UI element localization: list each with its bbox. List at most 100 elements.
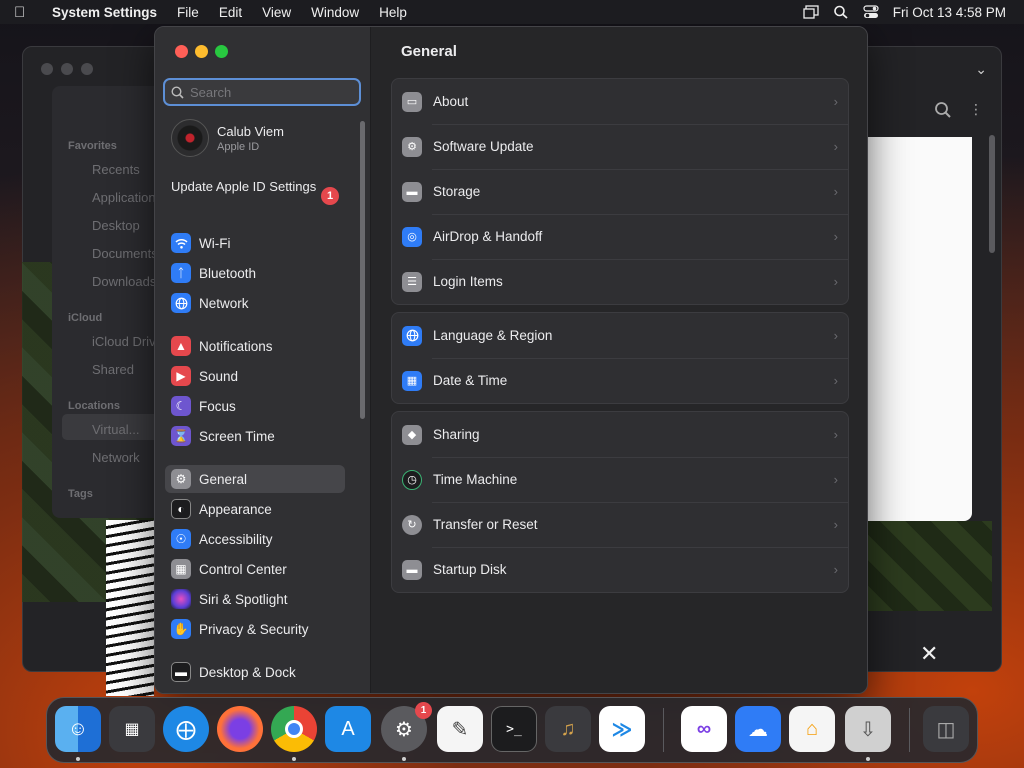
control-center-menu-icon[interactable] <box>863 5 879 19</box>
menu-view[interactable]: View <box>262 5 291 20</box>
sidebar-item-wifi[interactable]: Wi-Fi <box>165 229 345 257</box>
chevron-down-icon[interactable]: ⌄ <box>975 61 987 78</box>
sidebar-item-focus[interactable]: ☾ Focus <box>165 392 345 420</box>
running-indicator <box>292 757 296 761</box>
bluetooth-icon: ᛏ <box>171 263 191 283</box>
dock: ☺ ▦ ⨁ A ⚙ 1 ✎ >_ ♫ ≫ ∞ ☁ ⌂ ⇩ ◫ <box>46 697 978 763</box>
downloads-icon[interactable]: ⇩ <box>845 706 891 752</box>
finder-section-tags: Tags <box>68 488 93 500</box>
row-storage[interactable]: ▬ Storage › <box>392 169 848 214</box>
search-field[interactable] <box>163 78 361 106</box>
sidebar-item-network[interactable]: Network <box>165 289 345 317</box>
drive-icon: ▬ <box>402 181 422 202</box>
zoom-button[interactable] <box>215 45 228 58</box>
chrome-icon[interactable] <box>271 706 317 752</box>
sidebar-item-screen-time[interactable]: ⌛ Screen Time <box>165 422 345 450</box>
sidebar-item-label: Sound <box>199 368 239 384</box>
launchpad-icon[interactable]: ▦ <box>109 706 155 752</box>
sidebar-item-notifications[interactable]: ▲ Notifications <box>165 332 345 360</box>
row-software-update[interactable]: ⚙ Software Update › <box>392 124 848 169</box>
menu-clock[interactable]: Fri Oct 13 4:58 PM <box>893 5 1006 20</box>
sidebar-item-general[interactable]: ⚙ General <box>165 465 345 493</box>
search-input[interactable] <box>190 84 350 100</box>
menu-window[interactable]: Window <box>311 5 359 20</box>
row-label: Storage <box>433 184 481 199</box>
update-apple-id-settings[interactable]: Update Apple ID Settings <box>171 179 341 195</box>
row-login-items[interactable]: ☰ Login Items › <box>392 259 848 304</box>
bg-zoom-button[interactable] <box>81 63 93 75</box>
vscode-icon[interactable]: ≫ <box>599 706 645 752</box>
safari-icon[interactable]: ⨁ <box>163 706 209 752</box>
sharing-icon: ◆ <box>402 424 422 445</box>
sidebar-item-desktop-dock[interactable]: ▬ Desktop & Dock <box>165 658 345 686</box>
sidebar-item-label: Appearance <box>199 501 272 517</box>
trash-icon[interactable]: ◫ <box>923 706 969 752</box>
sidebar-scrollbar[interactable] <box>360 121 365 419</box>
row-startup-disk[interactable]: ▬ Startup Disk › <box>392 547 848 592</box>
search-icon[interactable] <box>934 101 952 119</box>
firefox-icon[interactable] <box>217 706 263 752</box>
row-sharing[interactable]: ◆ Sharing › <box>392 412 848 457</box>
sidebar-item-control-center[interactable]: ▦ Control Center <box>165 555 345 583</box>
more-icon[interactable]: ⋮ <box>969 101 983 118</box>
background-scrollbar[interactable] <box>989 135 995 253</box>
menu-app-name[interactable]: System Settings <box>52 5 157 20</box>
finder-item-network[interactable]: Network <box>92 450 140 465</box>
finder-icon[interactable]: ☺ <box>55 706 101 752</box>
clock-icon: ◷ <box>402 469 422 490</box>
hand-icon: ✋ <box>171 619 191 639</box>
finder-item-virtual[interactable]: Virtual... <box>92 422 139 437</box>
chevron-right-icon: › <box>833 229 838 244</box>
finder-item-icloud-drive[interactable]: iCloud Drive <box>92 334 163 349</box>
apple-menu-icon[interactable]:  <box>14 4 40 21</box>
sidebar-item-bluetooth[interactable]: ᛏ Bluetooth <box>165 259 345 287</box>
guitar-icon[interactable]: ♫ <box>545 706 591 752</box>
bg-minimize-button[interactable] <box>61 63 73 75</box>
running-indicator <box>866 757 870 761</box>
home-icon[interactable]: ⌂ <box>789 706 835 752</box>
app-store-icon[interactable]: A <box>325 706 371 752</box>
row-about[interactable]: ▭ About › <box>392 79 848 124</box>
row-transfer-reset[interactable]: ↻ Transfer or Reset › <box>392 502 848 547</box>
finder-item-recents[interactable]: Recents <box>92 162 140 177</box>
menu-help[interactable]: Help <box>379 5 407 20</box>
menu-edit[interactable]: Edit <box>219 5 242 20</box>
dock-separator <box>663 708 664 752</box>
background-window-right[interactable]: ⌄ ⋮ ✕ <box>868 46 1002 672</box>
textedit-icon[interactable]: ✎ <box>437 706 483 752</box>
globe-icon <box>402 325 422 346</box>
finder-item-shared[interactable]: Shared <box>92 362 134 377</box>
settings-group-system: ▭ About › ⚙ Software Update › ▬ Storage … <box>391 78 849 305</box>
visual-studio-icon[interactable]: ∞ <box>681 706 727 752</box>
close-button[interactable] <box>175 45 188 58</box>
speaker-icon: ▶ <box>171 366 191 386</box>
row-airdrop-handoff[interactable]: ◎ AirDrop & Handoff › <box>392 214 848 259</box>
finder-item-applications[interactable]: Applications <box>92 190 162 205</box>
running-indicator <box>402 757 406 761</box>
row-label: AirDrop & Handoff <box>433 229 543 244</box>
page-title: General <box>401 43 457 60</box>
terminal-icon[interactable]: >_ <box>491 706 537 752</box>
sidebar-item-sound[interactable]: ▶ Sound <box>165 362 345 390</box>
row-language-region[interactable]: Language & Region › <box>392 313 848 358</box>
weather-icon[interactable]: ☁ <box>735 706 781 752</box>
bg-close-button[interactable] <box>41 63 53 75</box>
screen-mirroring-icon[interactable] <box>803 5 819 19</box>
finder-item-desktop[interactable]: Desktop <box>92 218 140 233</box>
sidebar-item-appearance[interactable]: ◐ Appearance <box>165 495 345 523</box>
sidebar-item-accessibility[interactable]: ☉ Accessibility <box>165 525 345 553</box>
menu-file[interactable]: File <box>177 5 199 20</box>
row-date-time[interactable]: ▦ Date & Time › <box>392 358 848 403</box>
row-time-machine[interactable]: ◷ Time Machine › <box>392 457 848 502</box>
close-icon[interactable]: ✕ <box>920 641 938 667</box>
minimize-button[interactable] <box>195 45 208 58</box>
sidebar-item-privacy-security[interactable]: ✋ Privacy & Security <box>165 615 345 643</box>
sidebar-item-siri-spotlight[interactable]: Siri & Spotlight <box>165 585 345 613</box>
finder-item-documents[interactable]: Documents <box>92 246 158 261</box>
spotlight-search-icon[interactable] <box>833 5 849 19</box>
notification-badge: 1 <box>321 187 339 205</box>
apple-id-account[interactable]: Calub Viem Apple ID <box>171 119 284 157</box>
finder-item-downloads[interactable]: Downloads <box>92 274 156 289</box>
finder-section-icloud: iCloud <box>68 312 103 324</box>
chevron-right-icon: › <box>833 472 838 487</box>
